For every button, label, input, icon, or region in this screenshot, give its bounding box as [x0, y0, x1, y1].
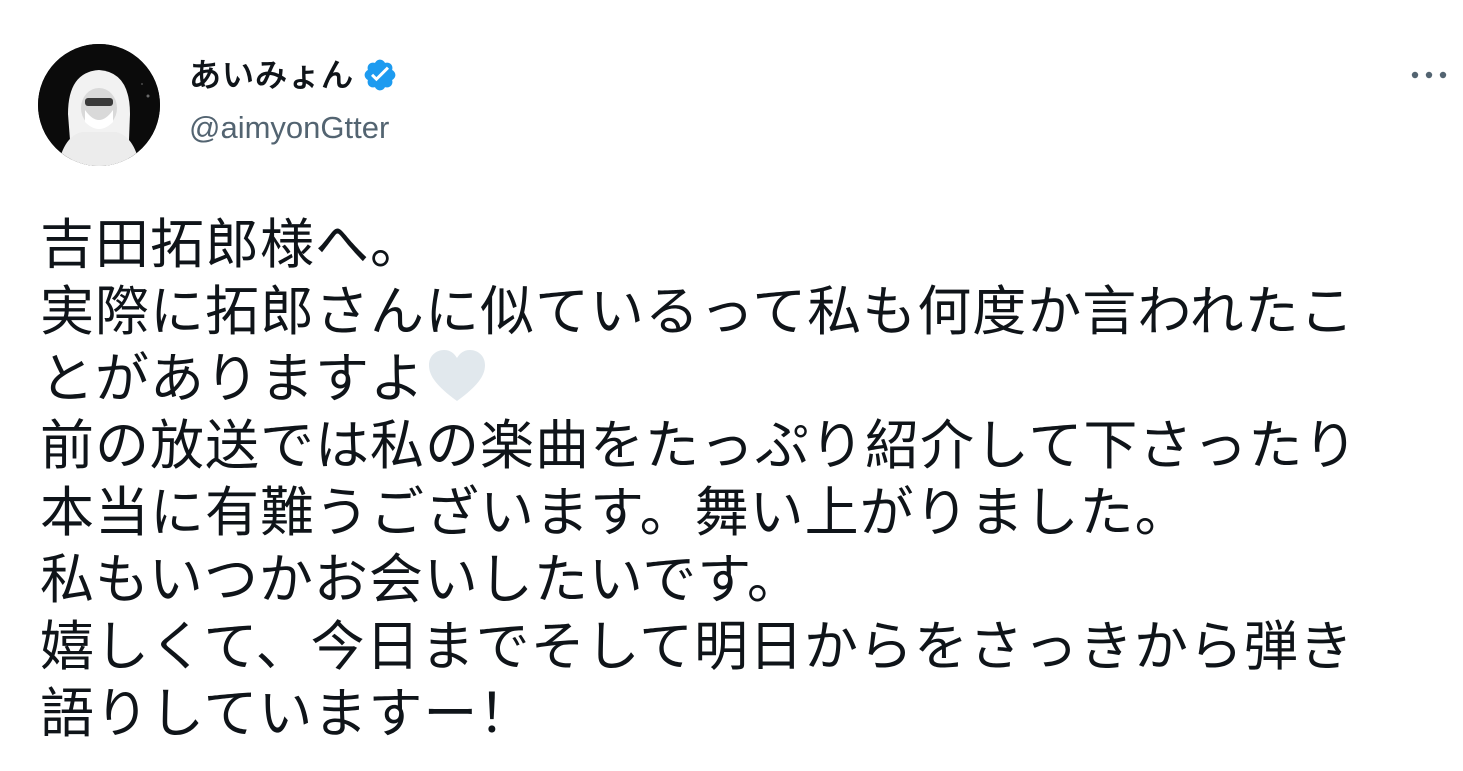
tweet-line: 私もいつかお会いしたいです。 — [40, 548, 802, 611]
author-handle[interactable]: @aimyonGtter — [189, 108, 389, 148]
tweet-line: 実際に拓郎さんに似ているって私も何度か言われたこ — [40, 280, 1355, 343]
avatar[interactable] — [38, 44, 160, 166]
verified-badge-icon — [362, 57, 398, 93]
tweet-line: 語りしていますー！ — [40, 682, 534, 745]
more-options-button[interactable] — [1405, 60, 1453, 90]
tweet-line: 吉田拓郎様へ。 — [40, 213, 425, 276]
tweet-line: 本当に有難うございます。舞い上がりました。 — [40, 481, 1190, 544]
tweet-line: 嬉しくて、今日までそして明日からをさっきから弾き — [40, 615, 1355, 678]
more-horizontal-icon — [1411, 71, 1447, 79]
tweet-line: 前の放送では私の楽曲をたっぷり紹介して下さったり — [40, 414, 1359, 477]
tweet-line-text: とがありますよ — [40, 347, 425, 410]
profile-photo-icon — [38, 44, 160, 166]
white-heart-icon — [427, 349, 487, 403]
author-name-row[interactable]: あいみょん — [189, 53, 398, 97]
tweet-text: 吉田拓郎様へ。 実際に拓郎さんに似ているって私も何度か言われたこ とがありますよ… — [40, 211, 1440, 747]
display-name[interactable]: あいみょん — [189, 53, 354, 97]
tweet-card: あいみょん @aimyonGtter 吉田拓郎様へ。 実際に拓郎さんに似ているっ… — [0, 0, 1463, 771]
tweet-line: とがありますよ — [40, 345, 1440, 412]
